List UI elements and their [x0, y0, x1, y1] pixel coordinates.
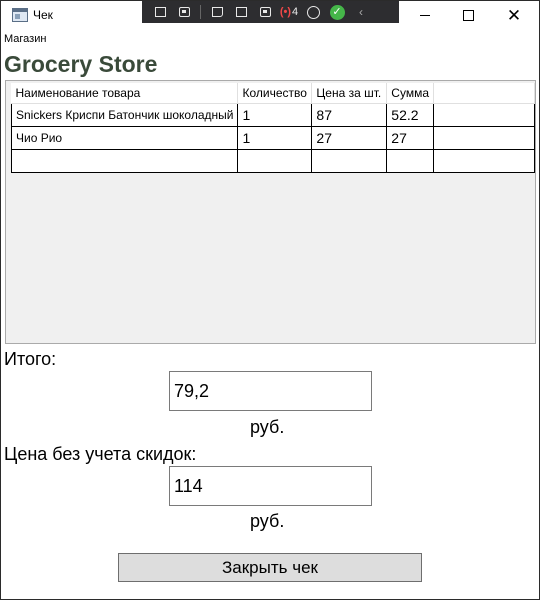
- close-icon: ✕: [506, 5, 522, 25]
- close-receipt-button[interactable]: Закрыть чек: [118, 553, 422, 582]
- maximize-icon: [462, 9, 474, 21]
- receipt-window: Чек (•) 4 ✓ ‹ ✕ Магазин Grocery Store На: [0, 0, 540, 600]
- column-header-quantity[interactable]: Количество: [237, 83, 313, 104]
- cell-sum[interactable]: 27: [386, 126, 434, 150]
- store-label: Магазин: [4, 33, 47, 45]
- display-layout-adorners-icon[interactable]: [231, 1, 251, 23]
- minimize-icon: [420, 14, 430, 16]
- cell-filler: [433, 149, 535, 173]
- column-header-unit-price[interactable]: Цена за шт.: [311, 83, 388, 104]
- cell-sum[interactable]: [386, 149, 434, 173]
- table-header-row: Наименование товара Количество Цена за ш…: [11, 83, 535, 104]
- store-name: Grocery Store: [4, 51, 158, 77]
- select-element-icon[interactable]: [207, 1, 227, 23]
- toolbar-separator: [200, 5, 201, 19]
- total-field[interactable]: [169, 371, 372, 411]
- live-visual-tree-icon[interactable]: [150, 1, 170, 23]
- app-window-icon: [12, 8, 28, 22]
- cell-unit-price[interactable]: 87: [311, 103, 388, 127]
- collapse-icon[interactable]: ‹: [351, 1, 371, 23]
- accessibility-icon[interactable]: [303, 1, 323, 23]
- cell-sum[interactable]: 52.2: [386, 103, 434, 127]
- cell-filler: [433, 126, 535, 150]
- cell-filler: [433, 103, 535, 127]
- track-focused-element-icon[interactable]: [255, 1, 275, 23]
- table-row[interactable]: Чио Рио 1 27 27: [10, 126, 535, 150]
- column-header-sum[interactable]: Сумма: [386, 83, 434, 104]
- minimize-button[interactable]: [402, 1, 448, 29]
- window-title: Чек: [33, 8, 53, 22]
- full-price-label: Цена без учета скидок:: [4, 444, 197, 464]
- column-header-filler: [433, 83, 535, 104]
- total-label: Итого:: [4, 349, 57, 369]
- total-unit-label: руб.: [250, 417, 285, 437]
- hot-reload-status-icon: (•): [279, 6, 292, 18]
- products-data-grid[interactable]: Наименование товара Количество Цена за ш…: [5, 80, 536, 344]
- cell-name[interactable]: Чио Рио: [10, 126, 239, 150]
- column-header-name[interactable]: Наименование товара: [11, 83, 239, 104]
- cell-unit-price[interactable]: 27: [311, 126, 388, 150]
- maximize-button[interactable]: [445, 1, 491, 29]
- binding-ok-icon[interactable]: ✓: [327, 1, 347, 23]
- go-to-live-visual-tree-icon[interactable]: [174, 1, 194, 23]
- full-price-field[interactable]: [169, 466, 372, 506]
- title-bar[interactable]: Чек (•) 4 ✓ ‹ ✕: [1, 1, 539, 29]
- cell-quantity[interactable]: 1: [237, 126, 313, 150]
- products-table[interactable]: Наименование товара Количество Цена за ш…: [10, 83, 535, 173]
- cell-name[interactable]: [10, 149, 239, 173]
- cell-name[interactable]: Snickers Криспи Батончик шоколадный: [10, 103, 239, 127]
- hot-reload-icon[interactable]: (•) 4: [279, 1, 299, 23]
- xaml-debug-toolbar: (•) 4 ✓ ‹: [142, 1, 399, 23]
- table-row-new[interactable]: [10, 149, 535, 173]
- close-window-button[interactable]: ✕: [491, 1, 537, 29]
- cell-quantity[interactable]: [237, 149, 313, 173]
- table-row[interactable]: Snickers Криспи Батончик шоколадный 1 87…: [10, 103, 535, 127]
- cell-quantity[interactable]: 1: [237, 103, 313, 127]
- full-price-unit-label: руб.: [250, 511, 285, 531]
- hot-reload-count: 4: [292, 6, 299, 18]
- cell-unit-price[interactable]: [311, 149, 388, 173]
